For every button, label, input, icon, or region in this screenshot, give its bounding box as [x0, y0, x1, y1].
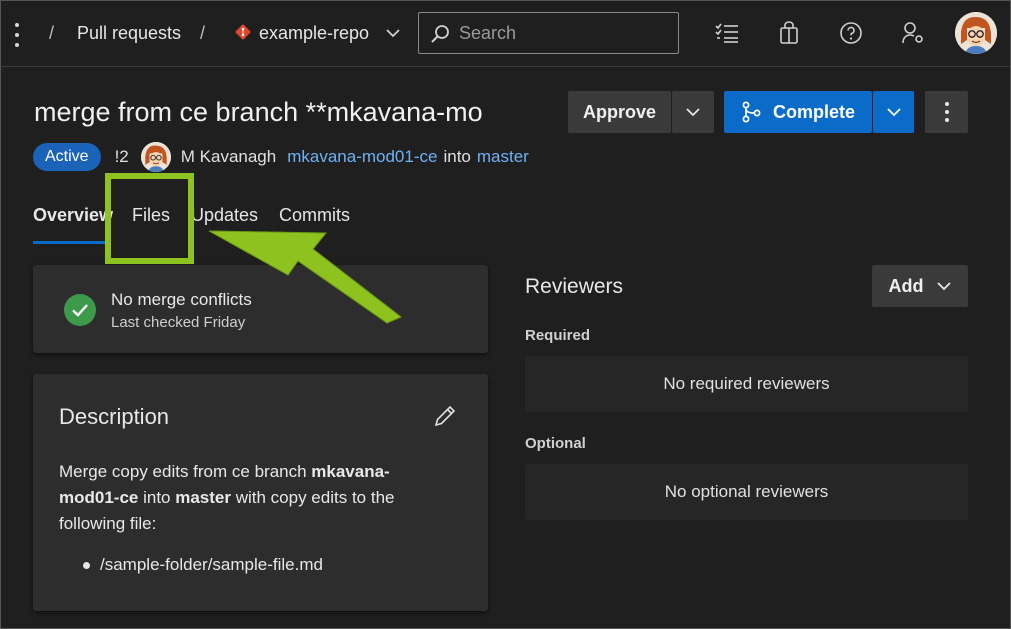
description-bold-target: master [175, 488, 231, 507]
description-heading: Description [59, 404, 170, 429]
target-branch-link[interactable]: master [477, 147, 529, 167]
chevron-down-icon [936, 282, 951, 291]
help-icon[interactable] [839, 21, 863, 45]
app-window: / Pull requests / example-repo Search me… [0, 0, 1011, 629]
breadcrumb-separator: / [49, 23, 55, 43]
check-circle-icon [64, 294, 96, 326]
description-text-part: Merge copy edits from ce branch [59, 462, 312, 481]
user-avatar[interactable] [955, 12, 997, 54]
chevron-down-icon[interactable] [385, 27, 401, 39]
description-text: Merge copy edits from ce branch mkavana-… [59, 459, 449, 537]
search-icon [431, 25, 449, 43]
complete-options-button[interactable] [873, 91, 914, 133]
description-card: Description Merge copy edits from ce bra… [33, 374, 488, 611]
required-label: Required [525, 327, 591, 344]
into-text: into [443, 147, 471, 166]
more-vertical-icon[interactable] [9, 21, 25, 49]
search-input[interactable] [459, 21, 669, 45]
annotation-arrow-icon [208, 230, 402, 324]
user-settings-icon[interactable] [901, 21, 925, 45]
breadcrumb-pull-requests[interactable]: Pull requests [77, 23, 181, 44]
source-branch-link[interactable]: mkavana-mod01-ce [287, 147, 437, 167]
file-path: /sample-folder/sample-file.md [100, 555, 323, 574]
chevron-down-icon [886, 108, 901, 117]
author-name: M Kavanagh [180, 147, 277, 166]
pr-meta: Active !2 M Kavanagh mkavana-mod01-ce in… [33, 142, 529, 172]
status-badge: Active [33, 143, 101, 171]
active-tab-indicator [33, 241, 109, 244]
repo-selector[interactable]: example-repo [259, 23, 369, 44]
optional-reviewers-empty: No optional reviewers [525, 464, 968, 520]
reviewers-heading: Reviewers [525, 275, 624, 298]
git-repo-icon [235, 24, 251, 40]
complete-label: Complete [772, 101, 855, 122]
edit-pencil-icon[interactable] [433, 404, 457, 428]
pr-number: !2 [114, 147, 129, 166]
top-bar: / Pull requests / example-repo [1, 1, 1010, 67]
merge-icon [742, 101, 761, 123]
complete-button[interactable]: Complete [724, 91, 872, 133]
avatar-image [140, 142, 171, 172]
list-item: /sample-folder/sample-file.md [83, 555, 323, 575]
avatar-image [955, 12, 997, 54]
more-actions-button[interactable] [925, 91, 968, 133]
highlight-box [105, 173, 194, 264]
chevron-down-icon [686, 108, 700, 117]
add-label: Add [888, 275, 924, 296]
breadcrumb-separator: / [200, 23, 206, 43]
shopping-bag-icon[interactable] [777, 21, 801, 45]
add-reviewer-button[interactable]: Add [872, 265, 968, 307]
optional-label: Optional [525, 435, 586, 452]
required-reviewers-empty: No required reviewers [525, 356, 968, 412]
author-avatar [140, 142, 171, 172]
page-title: merge from ce branch **mkavana-mo [34, 97, 483, 127]
search-box[interactable] [418, 12, 679, 54]
tab-overview[interactable]: Overview [33, 205, 113, 226]
task-list-icon[interactable] [715, 21, 739, 45]
bullet-icon [83, 561, 90, 569]
approve-options-button[interactable] [672, 91, 714, 133]
description-text-part: into [138, 488, 176, 507]
approve-button[interactable]: Approve [568, 91, 671, 133]
